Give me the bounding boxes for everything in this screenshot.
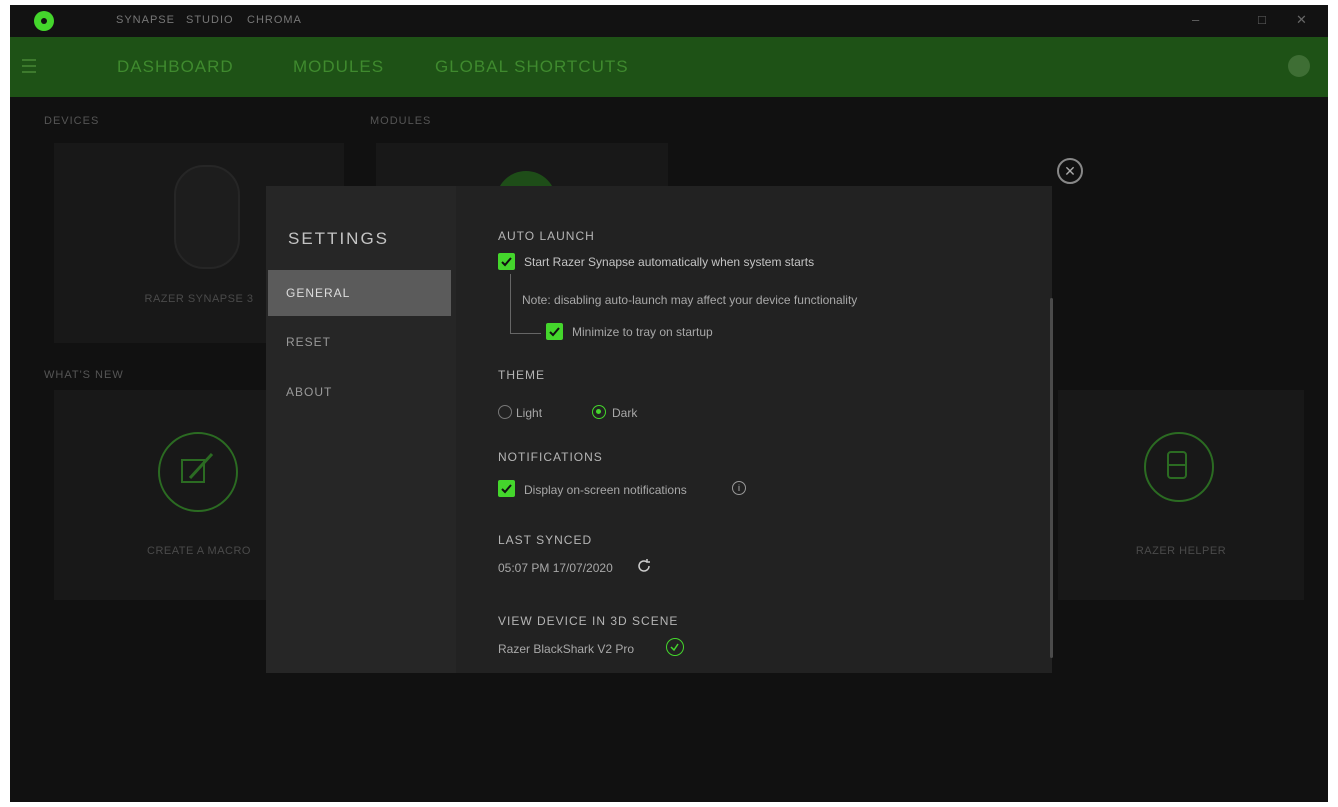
user-avatar-icon[interactable] (1288, 55, 1310, 77)
minimize-to-tray-checkbox[interactable] (546, 323, 563, 340)
razer-helper-icon (1144, 432, 1214, 502)
theme-light-label: Light (516, 406, 543, 420)
settings-title: SETTINGS (288, 229, 390, 248)
settings-dialog: SETTINGS GENERAL RESET ABOUT AUTO LAUNCH… (266, 186, 1053, 673)
razer-logo-icon (34, 11, 54, 31)
settings-nav-reset[interactable]: RESET (268, 319, 451, 365)
settings-nav-about[interactable]: ABOUT (268, 369, 451, 415)
notifications-label: Display on-screen notifications (524, 483, 687, 497)
menu-icon[interactable] (22, 59, 36, 77)
section-whats-new-label: WHAT'S NEW (44, 369, 124, 381)
minimize-button[interactable]: – (1192, 12, 1199, 27)
titlebar-tab-chroma[interactable]: CHROMA (247, 14, 302, 26)
settings-scrollbar[interactable] (1050, 298, 1053, 658)
nav-tab-dashboard[interactable]: DASHBOARD (117, 57, 234, 77)
view-device-heading: VIEW DEVICE IN 3D SCENE (498, 614, 679, 628)
settings-content: AUTO LAUNCH Start Razer Synapse automati… (456, 186, 1053, 673)
auto-launch-note: Note: disabling auto-launch may affect y… (522, 293, 858, 307)
close-settings-button[interactable]: ✕ (1057, 158, 1083, 184)
close-window-button[interactable]: ✕ (1296, 12, 1307, 28)
maximize-button[interactable]: □ (1258, 12, 1266, 27)
auto-launch-label: Start Razer Synapse automatically when s… (524, 255, 815, 269)
main-nav-bar: DASHBOARD MODULES GLOBAL SHORTCUTS (10, 37, 1328, 97)
info-icon[interactable]: i (732, 481, 746, 495)
last-synced-heading: LAST SYNCED (498, 533, 593, 547)
macro-icon (158, 432, 238, 512)
helper-card-label: RAZER HELPER (1135, 545, 1227, 557)
notifications-checkbox[interactable] (498, 480, 515, 497)
app-window: SYNAPSE STUDIO CHROMA – □ ✕ DASHBOARD MO… (10, 5, 1328, 802)
theme-heading: THEME (498, 368, 545, 382)
headset-icon (174, 165, 240, 269)
auto-launch-heading: AUTO LAUNCH (498, 229, 595, 243)
settings-nav-general[interactable]: GENERAL (268, 270, 451, 316)
section-devices-label: DEVICES (44, 115, 100, 127)
theme-light-radio[interactable] (498, 405, 512, 419)
nav-tab-global-shortcuts[interactable]: GLOBAL SHORTCUTS (435, 57, 629, 77)
title-bar: SYNAPSE STUDIO CHROMA – □ ✕ (10, 5, 1328, 37)
theme-dark-radio[interactable] (592, 405, 606, 419)
helper-card[interactable]: RAZER HELPER (1058, 390, 1304, 600)
minimize-to-tray-label: Minimize to tray on startup (572, 325, 713, 339)
sync-icon[interactable] (636, 558, 652, 574)
settings-sidebar: SETTINGS GENERAL RESET ABOUT (266, 186, 456, 673)
auto-launch-checkbox[interactable] (498, 253, 515, 270)
notifications-heading: NOTIFICATIONS (498, 450, 603, 464)
view-3d-icon[interactable] (666, 638, 684, 656)
titlebar-tab-studio[interactable]: STUDIO (186, 14, 234, 26)
section-modules-label: MODULES (370, 115, 432, 127)
view-device-value: Razer BlackShark V2 Pro (498, 642, 635, 656)
nav-tab-modules[interactable]: MODULES (293, 57, 384, 77)
last-synced-value: 05:07 PM 17/07/2020 (498, 561, 613, 575)
theme-dark-label: Dark (612, 406, 638, 420)
titlebar-tab-synapse[interactable]: SYNAPSE (116, 14, 175, 26)
